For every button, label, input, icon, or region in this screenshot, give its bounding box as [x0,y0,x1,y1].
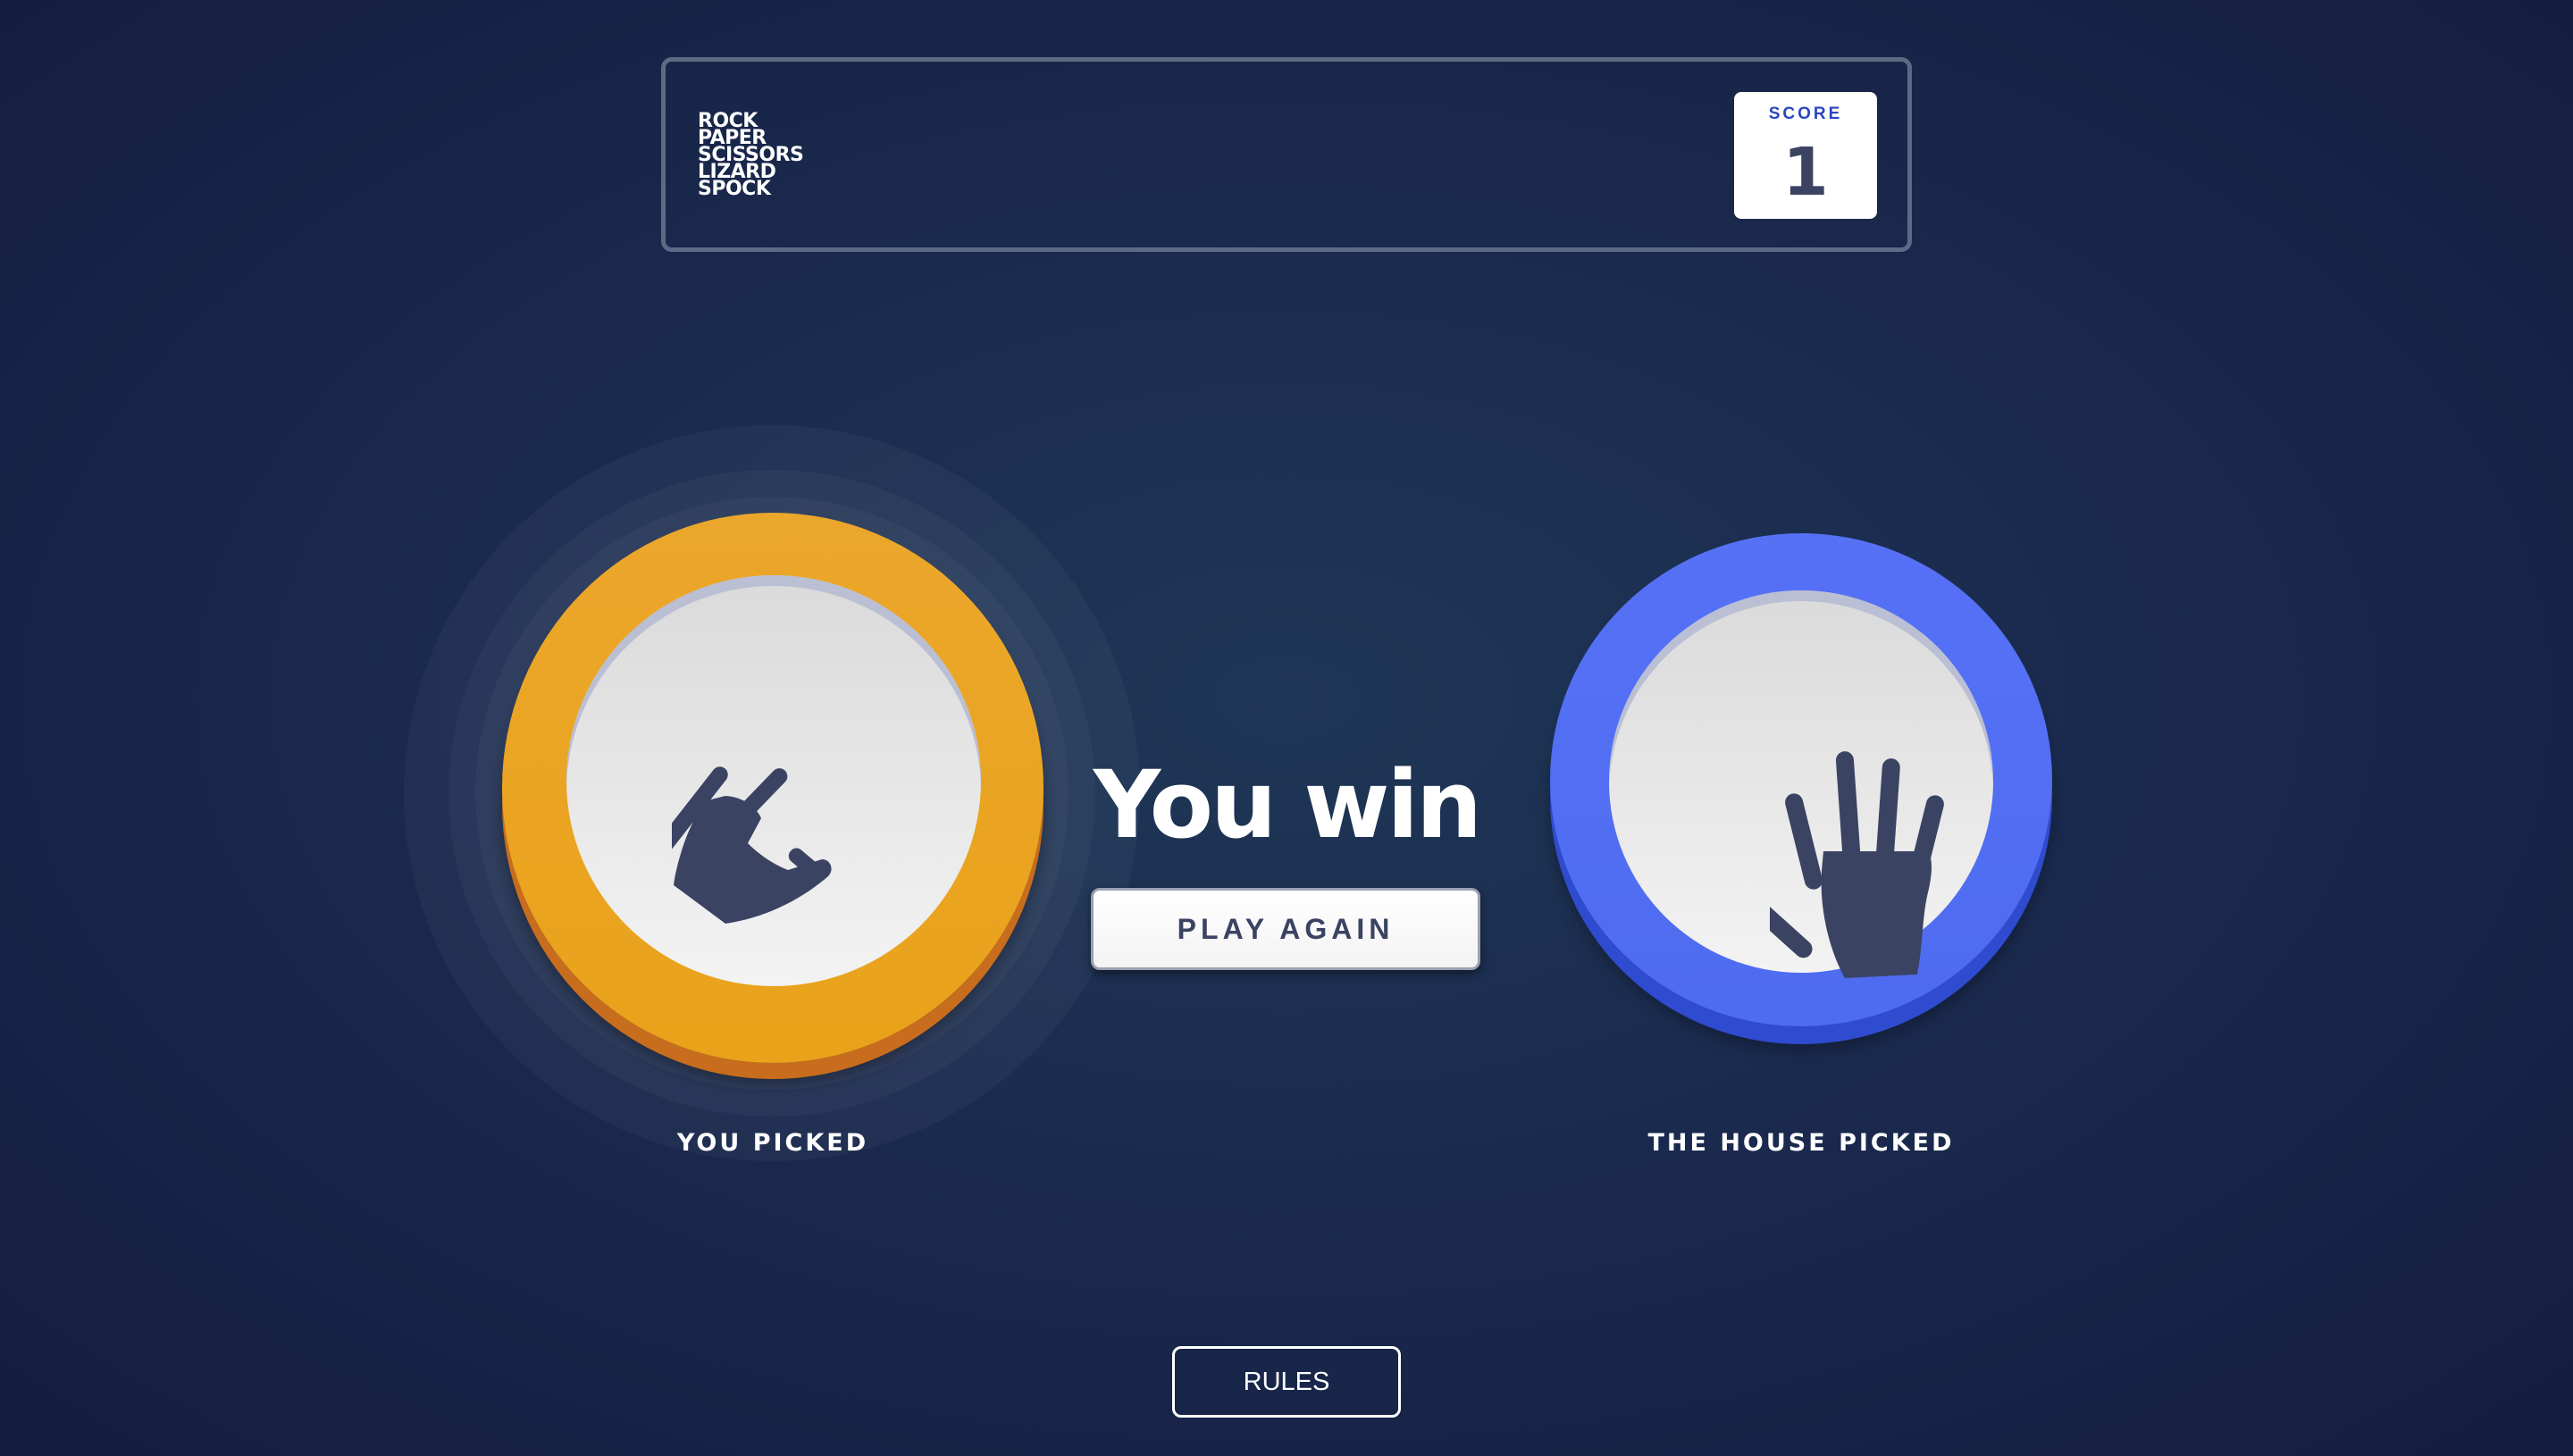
score-box: SCORE 1 [1734,92,1877,219]
scoreboard-header: ROCK PAPER SCISSORS LIZARD SPOCK SCORE 1 [661,57,1912,252]
game-logo: ROCK PAPER SCISSORS LIZARD SPOCK [698,112,804,200]
house-picked-label: THE HOUSE PICKED [1647,1129,1955,1157]
score-label: SCORE [1768,105,1843,123]
house-choice-token [1550,533,2052,1026]
result-text: You win [1093,750,1482,859]
lizard-icon [672,766,832,924]
logo-line-spock: SPOCK [698,178,771,200]
player-token-face [566,575,981,986]
rules-button[interactable]: RULES [1172,1346,1401,1418]
player-picked-label: YOU PICKED [676,1129,869,1157]
paper-icon [1770,751,1944,978]
score-value: 1 [1782,134,1829,211]
player-choice-token [502,513,1043,1063]
house-token-face [1609,590,1993,978]
play-again-button[interactable]: PLAY AGAIN [1091,888,1480,970]
